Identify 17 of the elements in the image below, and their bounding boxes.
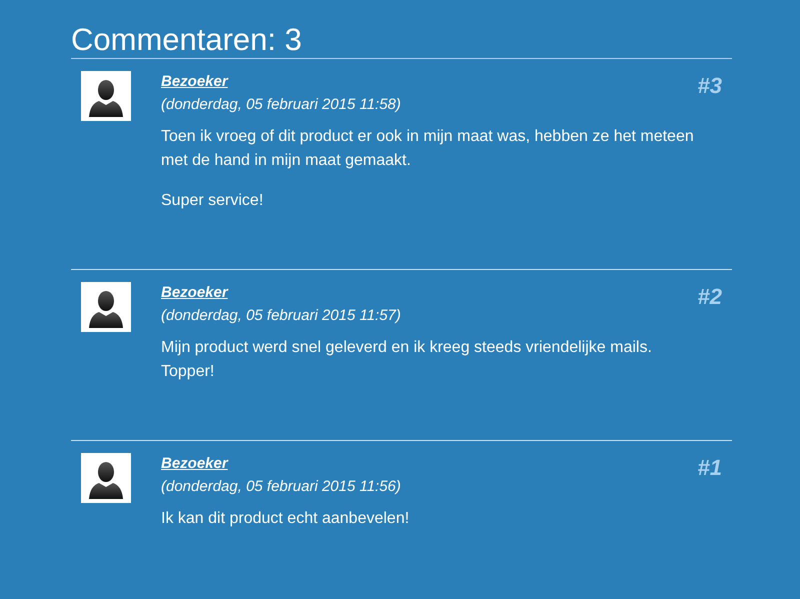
comments-heading: Commentaren: 3 — [71, 0, 732, 59]
comment-date: (donderdag, 05 februari 2015 11:56) — [161, 477, 402, 497]
comment-text: Toen ik vroeg of dit product er ook in mijn maat was, hebben ze het meteen met de hand in mijn maat gemaakt. — [161, 127, 695, 171]
author-link[interactable]: Bezoeker — [161, 73, 228, 90]
comment-text: Mijn product werd snel geleverd en ik kreeg steeds vriendelijke mails. Topper! — [161, 338, 653, 382]
comment-date: (donderdag, 05 februari 2015 11:57) — [161, 306, 402, 326]
comment-number: #3 — [698, 72, 722, 100]
comment-number: #1 — [698, 454, 722, 482]
comment-text: Super service! — [161, 191, 264, 211]
author-link[interactable]: Bezoeker — [161, 455, 228, 472]
comment-text: Ik kan dit product echt aanbevelen! — [161, 509, 410, 529]
avatar-icon — [81, 453, 131, 503]
avatar-icon — [81, 71, 131, 121]
avatar-icon — [81, 282, 131, 332]
comment-date: (donderdag, 05 februari 2015 11:58) — [161, 95, 402, 115]
comment-number: #2 — [698, 283, 722, 311]
author-link[interactable]: Bezoeker — [161, 284, 228, 301]
